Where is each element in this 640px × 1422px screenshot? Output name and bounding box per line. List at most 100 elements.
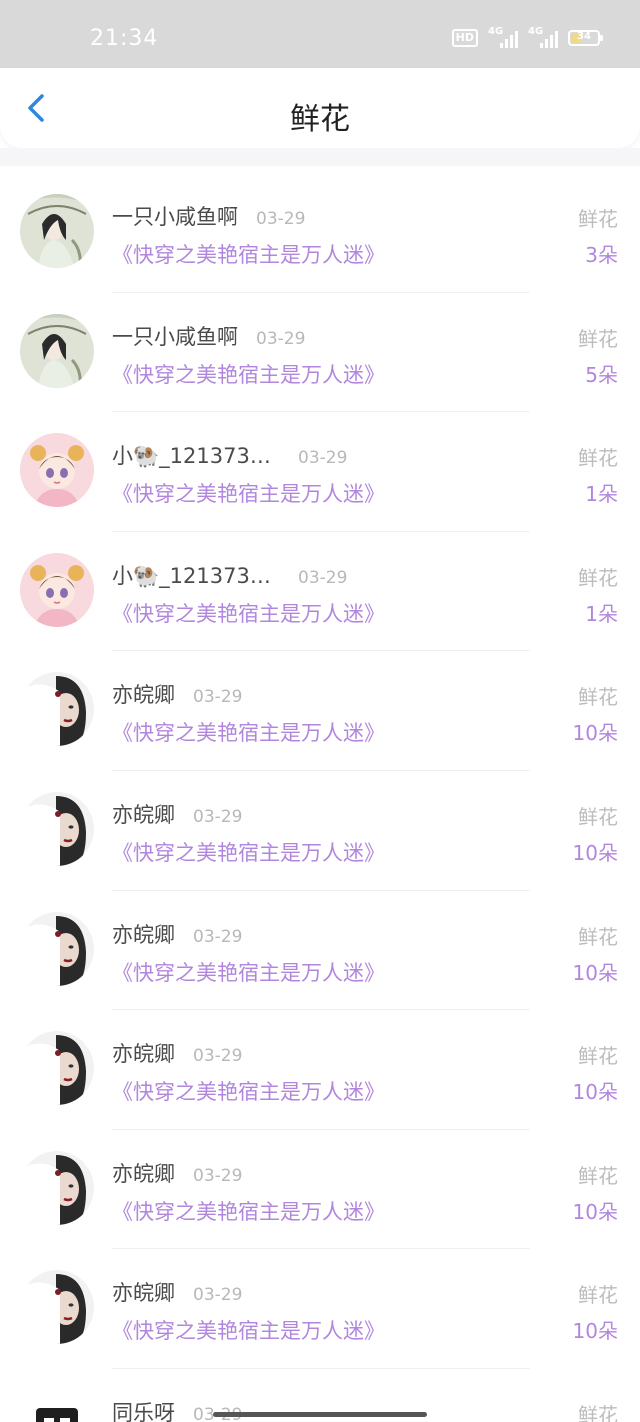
avatar-image [20, 1389, 94, 1422]
record-date: 03-29 [193, 1046, 243, 1067]
home-indicator[interactable] [213, 1412, 427, 1417]
avatar[interactable] [20, 194, 94, 268]
gift-count: 10朵 [572, 840, 618, 865]
gift-type: 鲜花 [578, 326, 618, 351]
avatar[interactable] [20, 1150, 94, 1225]
user-name[interactable]: 小🐏_1213738… [112, 560, 280, 590]
record-date: 03-29 [193, 687, 243, 708]
avatar[interactable] [20, 1031, 94, 1106]
name-line: 亦皖卿 03-29 [112, 1038, 242, 1068]
gift-count: 5朵 [585, 362, 618, 387]
gift-count: 3朵 [585, 243, 618, 267]
record-date: 03-29 [256, 328, 306, 349]
avatar[interactable] [20, 911, 94, 986]
user-name[interactable]: 亦皖卿 [112, 799, 175, 829]
status-time: 21:34 [90, 26, 159, 51]
record-date: 03-29 [193, 1165, 243, 1186]
nav-bar: 鲜花 [0, 68, 640, 148]
book-title-link[interactable]: 《快穿之美艳宿主是万人迷》 [112, 478, 385, 508]
signal-icon-2: 4G [528, 26, 558, 48]
book-title-link[interactable]: 《快穿之美艳宿主是万人迷》 [112, 598, 385, 628]
gift-count: 10朵 [572, 1319, 618, 1344]
hd-icon: HD [451, 29, 478, 47]
record-date: 03-29 [193, 806, 243, 827]
book-title-link[interactable]: 《快穿之美艳宿主是万人迷》 [112, 837, 385, 867]
user-name[interactable]: 亦皖卿 [112, 679, 175, 709]
battery-icon: 34 [568, 30, 603, 46]
page-title: 鲜花 [290, 102, 350, 137]
gift-count: 10朵 [572, 1199, 618, 1224]
list-item[interactable]: 亦皖卿 03-29 《快穿之美艳宿主是万人迷》 鲜花 10朵 [0, 1249, 640, 1369]
avatar[interactable] [20, 1389, 94, 1422]
name-line: 亦皖卿 03-29 [112, 679, 242, 709]
gift-record-list[interactable]: 一只小咸鱼啊 03-29 《快穿之美艳宿主是万人迷》 鲜花 3朵 一只小咸鱼啊 03-29 《… [0, 173, 640, 1422]
list-item[interactable]: 一只小咸鱼啊 03-29 《快穿之美艳宿主是万人迷》 鲜花 3朵 [0, 173, 640, 293]
list-item[interactable]: 亦皖卿 03-29 《快穿之美艳宿主是万人迷》 鲜花 10朵 [0, 891, 640, 1011]
avatar-image [20, 433, 94, 508]
gift-count: 10朵 [572, 721, 618, 746]
gift-type: 鲜花 [578, 1163, 618, 1188]
avatar[interactable] [20, 313, 94, 388]
book-title-link[interactable]: 《快穿之美艳宿主是万人迷》 [112, 957, 385, 987]
book-title-link[interactable]: 《快穿之美艳宿主是万人迷》 [112, 1196, 385, 1226]
list-item[interactable]: 亦皖卿 03-29 《快穿之美艳宿主是万人迷》 鲜花 10朵 [0, 1130, 640, 1250]
list-item[interactable]: 亦皖卿 03-29 《快穿之美艳宿主是万人迷》 鲜花 10朵 [0, 771, 640, 891]
book-title-link[interactable]: 《快穿之美艳宿主是万人迷》 [112, 717, 385, 747]
gift-type: 鲜花 [578, 1402, 618, 1422]
list-item[interactable]: 亦皖卿 03-29 《快穿之美艳宿主是万人迷》 鲜花 10朵 [0, 651, 640, 771]
name-line: 亦皖卿 03-29 [112, 1158, 242, 1188]
status-icons: HD 4G 4G 34 [451, 26, 603, 48]
book-title-link[interactable]: 《快穿之美艳宿主是万人迷》 [112, 1076, 385, 1106]
record-date: 03-29 [193, 1285, 243, 1306]
book-title-link[interactable]: 《快穿之美艳宿主是万人迷》 [112, 359, 385, 389]
user-name[interactable]: 一只小咸鱼啊 [112, 201, 238, 231]
avatar[interactable] [20, 672, 94, 747]
gift-type: 鲜花 [578, 924, 618, 949]
record-date: 03-29 [298, 448, 348, 469]
avatar-image [20, 791, 94, 866]
user-name[interactable]: 小🐏_1213738… [112, 440, 280, 470]
user-name[interactable]: 同乐呀 [112, 1397, 175, 1422]
gift-count: 10朵 [572, 1080, 618, 1105]
record-date: 03-29 [193, 926, 243, 947]
gift-count: 1朵 [585, 482, 618, 507]
gift-type: 鲜花 [578, 207, 618, 231]
gift-count: 10朵 [572, 960, 618, 985]
list-item[interactable]: 小🐏_1213738… 03-29 《快穿之美艳宿主是万人迷》 鲜花 1朵 [0, 532, 640, 652]
user-name[interactable]: 一只小咸鱼啊 [112, 321, 238, 351]
avatar[interactable] [20, 433, 94, 508]
gift-type: 鲜花 [578, 1283, 618, 1308]
name-line: 一只小咸鱼啊 03-29 [112, 201, 305, 231]
avatar-image [20, 1031, 94, 1106]
avatar-image [20, 672, 94, 747]
user-name[interactable]: 亦皖卿 [112, 1038, 175, 1068]
gift-count: 1朵 [585, 601, 618, 626]
list-item[interactable]: 一只小咸鱼啊 03-29 《快穿之美艳宿主是万人迷》 鲜花 5朵 [0, 293, 640, 413]
name-line: 一只小咸鱼啊 03-29 [112, 321, 305, 351]
list-item[interactable]: 小🐏_1213738… 03-29 《快穿之美艳宿主是万人迷》 鲜花 1朵 [0, 412, 640, 532]
book-title-link[interactable]: 《快穿之美艳宿主是万人迷》 [112, 1315, 385, 1345]
avatar-image [20, 552, 94, 627]
avatar-image [20, 1270, 94, 1345]
gift-type: 鲜花 [578, 446, 618, 471]
record-date: 03-29 [256, 209, 306, 229]
avatar[interactable] [20, 1270, 94, 1345]
avatar-image [20, 1150, 94, 1225]
header-divider [0, 148, 640, 166]
name-line: 亦皖卿 03-29 [112, 919, 242, 949]
status-bar: 21:34 HD 4G 4G 34 [0, 0, 640, 68]
avatar[interactable] [20, 791, 94, 866]
user-name[interactable]: 亦皖卿 [112, 1277, 175, 1307]
name-line: 亦皖卿 03-29 [112, 799, 242, 829]
avatar-image [20, 194, 94, 268]
book-title-link[interactable]: 《快穿之美艳宿主是万人迷》 [112, 239, 385, 269]
name-line: 小🐏_1213738… 03-29 [112, 560, 347, 590]
list-item[interactable]: 亦皖卿 03-29 《快穿之美艳宿主是万人迷》 鲜花 10朵 [0, 1010, 640, 1130]
avatar-image [20, 313, 94, 388]
user-name[interactable]: 亦皖卿 [112, 1158, 175, 1188]
gift-type: 鲜花 [578, 685, 618, 710]
gift-type: 鲜花 [578, 565, 618, 590]
avatar[interactable] [20, 552, 94, 627]
gift-type: 鲜花 [578, 804, 618, 829]
user-name[interactable]: 亦皖卿 [112, 919, 175, 949]
